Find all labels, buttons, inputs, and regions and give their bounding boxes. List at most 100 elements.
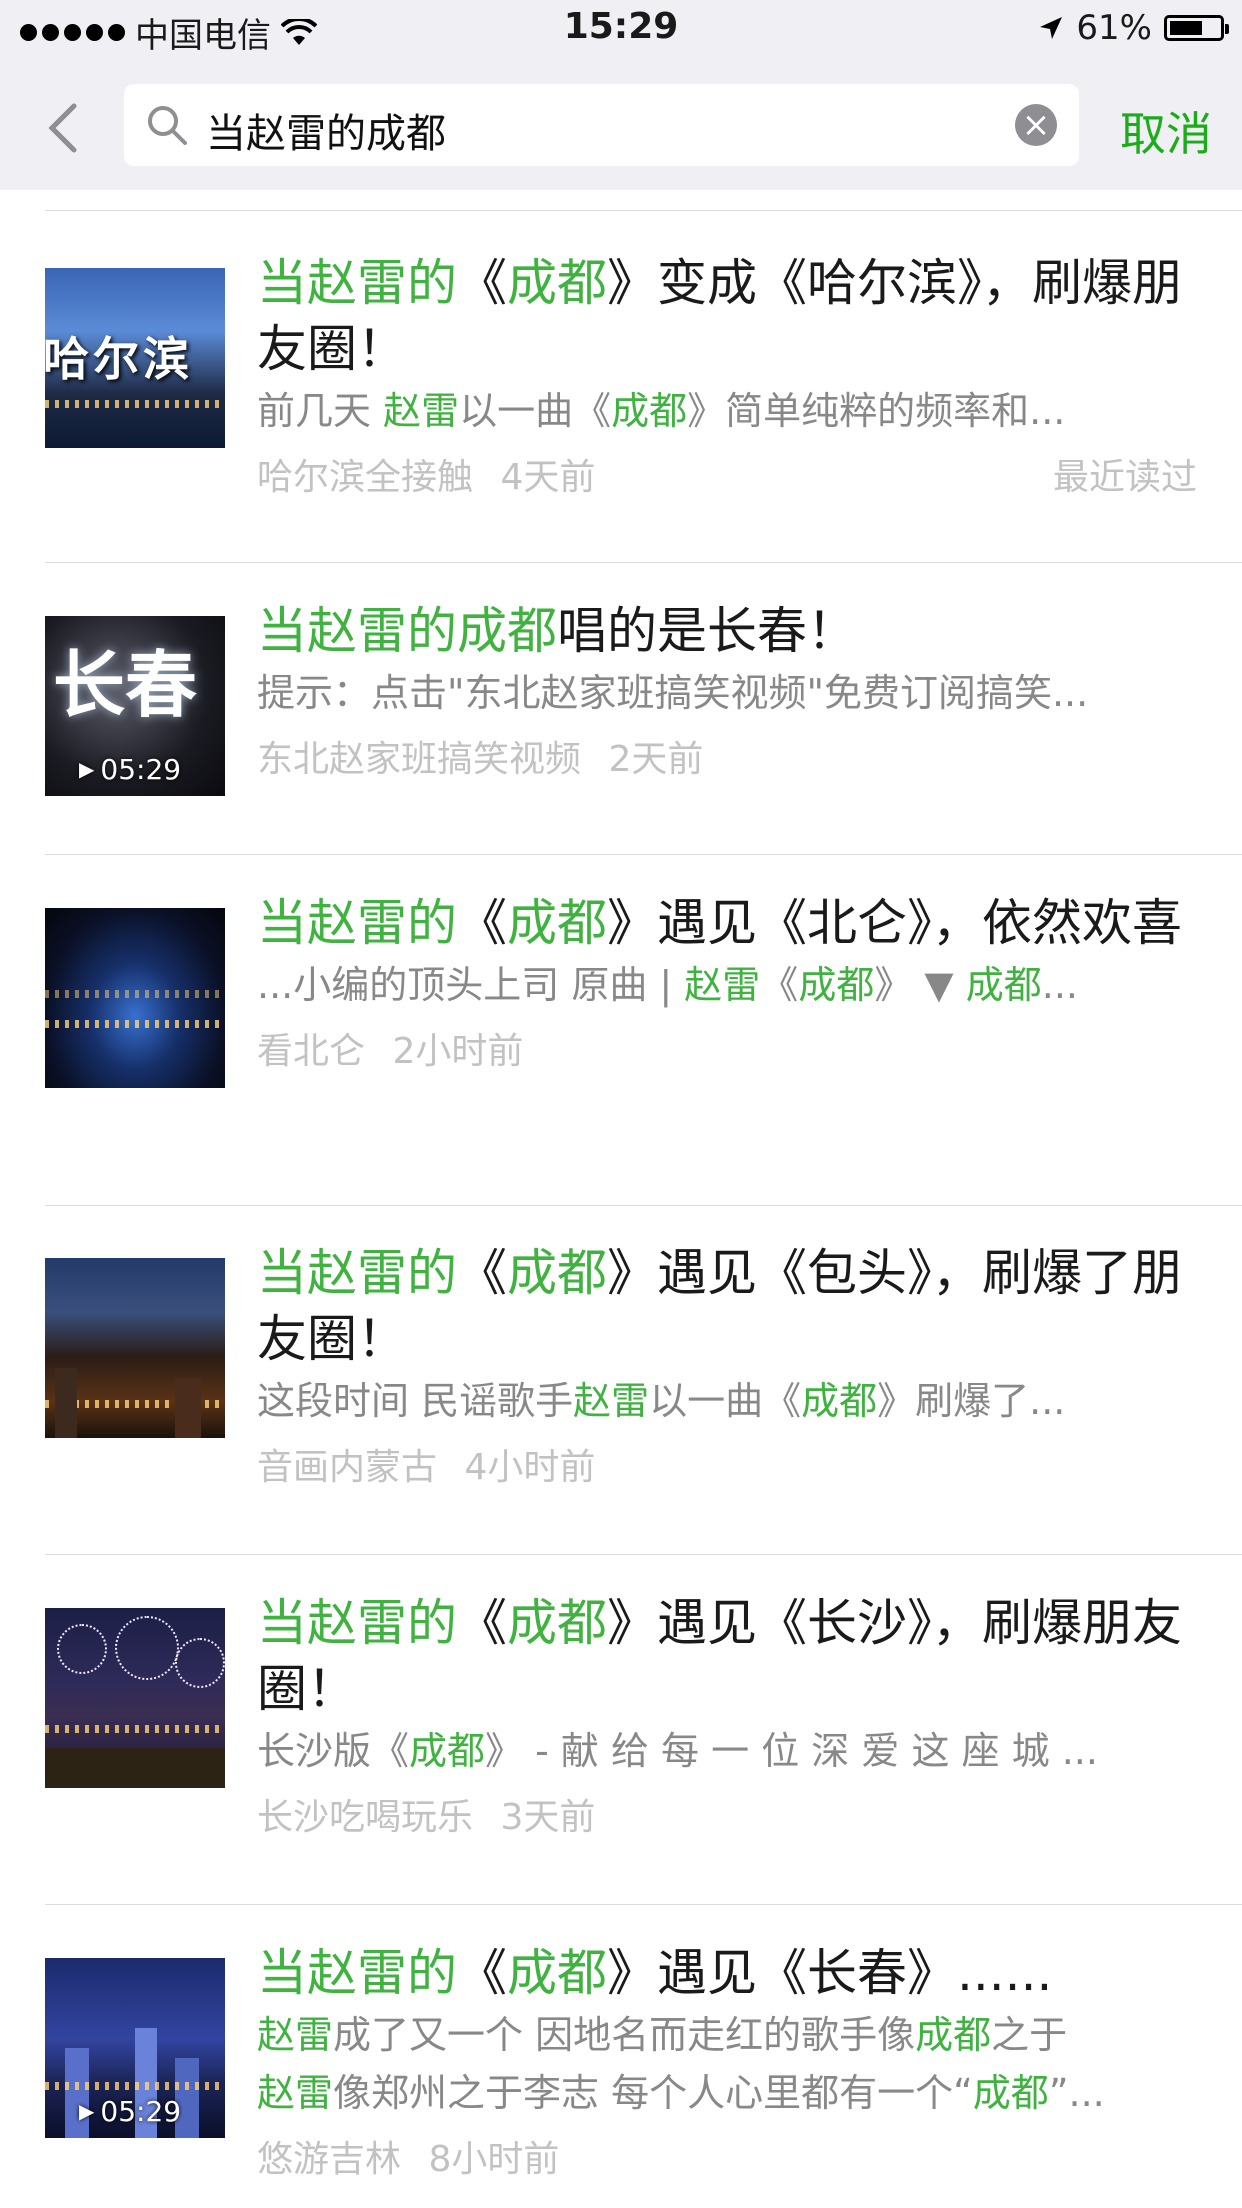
text-segment: 这段时间 民谣歌手 bbox=[257, 1379, 574, 1423]
back-chevron-icon[interactable] bbox=[40, 100, 96, 156]
article-snippet: 赵雷成了又一个 因地名而走红的歌手像成都之于 bbox=[257, 2006, 1197, 2064]
keyword-highlight: 赵雷 bbox=[257, 2013, 334, 2057]
keyword-highlight: 当赵雷的 bbox=[257, 1594, 457, 1652]
text-segment: 长沙版《 bbox=[257, 1729, 410, 1773]
text-segment: 《 bbox=[457, 254, 507, 312]
article-source: 哈尔滨全接触 bbox=[257, 457, 474, 498]
search-results-list: 哈尔滨 当赵雷的《成都》变成《哈尔滨》，刷爆朋友圈！ 前几天 赵雷以一曲《成都》… bbox=[0, 190, 1242, 2208]
article-title: 当赵雷的《成都》变成《哈尔滨》，刷爆朋友圈！ bbox=[257, 250, 1197, 382]
keyword-highlight: 当赵雷的 bbox=[257, 894, 457, 952]
video-thumbnail: 长春 05:29 bbox=[45, 616, 225, 796]
article-meta: 看北仑 2小时前 bbox=[257, 1022, 1197, 1074]
article-time: 8小时前 bbox=[428, 2139, 560, 2180]
text-segment: 《 bbox=[457, 1594, 507, 1652]
battery-percent: 61% bbox=[1076, 8, 1152, 48]
text-segment: 唱的是长春！ bbox=[557, 602, 857, 660]
keyword-highlight: 赵雷 bbox=[684, 963, 761, 1007]
text-segment: 》 - 献 给 每 一 位 深 爱 这 座 城 ... bbox=[485, 1729, 1098, 1773]
article-time: 3天前 bbox=[500, 1797, 596, 1838]
article-source: 东北赵家班搞笑视频 bbox=[257, 739, 582, 780]
text-segment: 前几天 bbox=[257, 389, 384, 433]
article-meta: 东北赵家班搞笑视频 2天前 bbox=[257, 730, 1197, 782]
search-query-text[interactable]: 当赵雷的成都 bbox=[206, 101, 446, 159]
video-duration: 05:29 bbox=[79, 753, 181, 786]
divider bbox=[45, 210, 1242, 211]
divider bbox=[45, 854, 1242, 855]
article-snippet: 前几天 赵雷以一曲《成都》简单纯粹的频率和... bbox=[257, 382, 1197, 440]
keyword-highlight: 赵雷 bbox=[257, 2071, 334, 2115]
article-meta: 音画内蒙古 4小时前 bbox=[257, 1438, 1197, 1490]
article-time: 4天前 bbox=[500, 457, 596, 498]
article-thumbnail bbox=[45, 1608, 225, 1788]
article-snippet: ...小编的顶头上司 原曲 | 赵雷《成都》 ▼ 成都... bbox=[257, 956, 1197, 1014]
search-header: 当赵雷的成都 × 取消 bbox=[0, 62, 1242, 191]
text-segment: 《 bbox=[760, 963, 799, 1007]
divider bbox=[45, 1904, 1242, 1905]
text-segment: 》 ▼ bbox=[874, 963, 966, 1007]
divider bbox=[45, 562, 1242, 563]
article-source: 长沙吃喝玩乐 bbox=[257, 1797, 474, 1838]
keyword-highlight: 成都 bbox=[915, 2013, 992, 2057]
keyword-highlight: 成都 bbox=[507, 1594, 607, 1652]
keyword-highlight: 当赵雷的 bbox=[257, 254, 457, 312]
text-segment: ...小编的顶头上司 原曲 | bbox=[257, 963, 685, 1007]
keyword-highlight: 成都 bbox=[611, 389, 688, 433]
recently-read-badge: 最近读过 bbox=[1052, 457, 1197, 498]
article-title: 当赵雷的《成都》遇见《包头》，刷爆了朋友圈！ bbox=[257, 1240, 1197, 1372]
keyword-highlight: 当赵雷的 bbox=[257, 1944, 457, 2002]
text-segment: 成了又一个 因地名而走红的歌手像 bbox=[333, 2013, 916, 2057]
article-time: 2天前 bbox=[608, 739, 704, 780]
status-bar: 中国电信 15:29 61% bbox=[0, 0, 1242, 62]
article-meta: 哈尔滨全接触 4天前 最近读过 bbox=[257, 448, 1197, 500]
video-thumbnail: 05:29 bbox=[45, 1958, 225, 2138]
text-segment: 提示：点击"东北赵家班搞笑视频"免费订阅搞笑... bbox=[257, 671, 1089, 715]
keyword-highlight: 当赵雷的 bbox=[257, 1244, 457, 1302]
text-segment: ”... bbox=[1048, 2071, 1105, 2115]
keyword-highlight: 成都 bbox=[507, 1944, 607, 2002]
search-icon bbox=[148, 106, 187, 145]
keyword-highlight: 赵雷 bbox=[573, 1379, 650, 1423]
article-time: 4小时前 bbox=[464, 1447, 596, 1488]
keyword-highlight: 成都 bbox=[965, 963, 1042, 1007]
article-time: 2小时前 bbox=[392, 1031, 524, 1072]
divider bbox=[45, 1554, 1242, 1555]
keyword-highlight: 成都 bbox=[507, 254, 607, 312]
article-title: 当赵雷的成都唱的是长春！ bbox=[257, 598, 1197, 664]
keyword-highlight: 成都 bbox=[798, 963, 875, 1007]
thumbnail-caption: 长春 bbox=[53, 643, 198, 727]
article-title: 当赵雷的《成都》遇见《长春》...... bbox=[257, 1940, 1197, 2006]
text-segment: 之于 bbox=[991, 2013, 1068, 2057]
video-duration: 05:29 bbox=[79, 2095, 181, 2128]
thumbnail-caption: 哈尔滨 bbox=[45, 332, 193, 386]
location-arrow-icon bbox=[1040, 17, 1063, 39]
battery-icon bbox=[1164, 15, 1229, 41]
article-thumbnail: 哈尔滨 bbox=[45, 268, 225, 448]
article-title: 当赵雷的《成都》遇见《北仑》，依然欢喜 bbox=[257, 890, 1197, 956]
text-segment: 》刷爆了... bbox=[877, 1379, 1066, 1423]
keyword-highlight: 成都 bbox=[972, 2071, 1049, 2115]
article-snippet-line2: 赵雷像郑州之于李志 每个人心里都有一个“成都”... bbox=[257, 2064, 1197, 2122]
article-source: 音画内蒙古 bbox=[257, 1447, 438, 1488]
keyword-highlight: 当赵雷的成都 bbox=[257, 602, 557, 660]
keyword-highlight: 成都 bbox=[507, 894, 607, 952]
cancel-button[interactable]: 取消 bbox=[1120, 98, 1212, 164]
article-source: 悠游吉林 bbox=[257, 2139, 402, 2180]
text-segment: 》遇见《长春》...... bbox=[607, 1944, 1053, 2002]
keyword-highlight: 成都 bbox=[507, 1244, 607, 1302]
text-segment: 》简单纯粹的频率和... bbox=[687, 389, 1066, 433]
article-snippet: 这段时间 民谣歌手赵雷以一曲《成都》刷爆了... bbox=[257, 1372, 1197, 1430]
article-meta: 长沙吃喝玩乐 3天前 bbox=[257, 1788, 1197, 1840]
text-segment: 《 bbox=[457, 1944, 507, 2002]
keyword-highlight: 成都 bbox=[409, 1729, 486, 1773]
keyword-highlight: 赵雷 bbox=[383, 389, 460, 433]
text-segment: 以一曲《 bbox=[459, 389, 612, 433]
article-snippet: 长沙版《成都》 - 献 给 每 一 位 深 爱 这 座 城 ... bbox=[257, 1722, 1197, 1780]
search-input[interactable]: 当赵雷的成都 × bbox=[124, 84, 1079, 166]
text-segment: 》遇见《北仑》，依然欢喜 bbox=[607, 894, 1182, 952]
article-source: 看北仑 bbox=[257, 1031, 366, 1072]
text-segment: ... bbox=[1041, 963, 1078, 1007]
clear-icon[interactable]: × bbox=[1015, 104, 1057, 146]
article-title: 当赵雷的《成都》遇见《长沙》，刷爆朋友圈！ bbox=[257, 1590, 1197, 1722]
text-segment: 像郑州之于李志 每个人心里都有一个“ bbox=[333, 2071, 973, 2115]
text-segment: 《 bbox=[457, 1244, 507, 1302]
